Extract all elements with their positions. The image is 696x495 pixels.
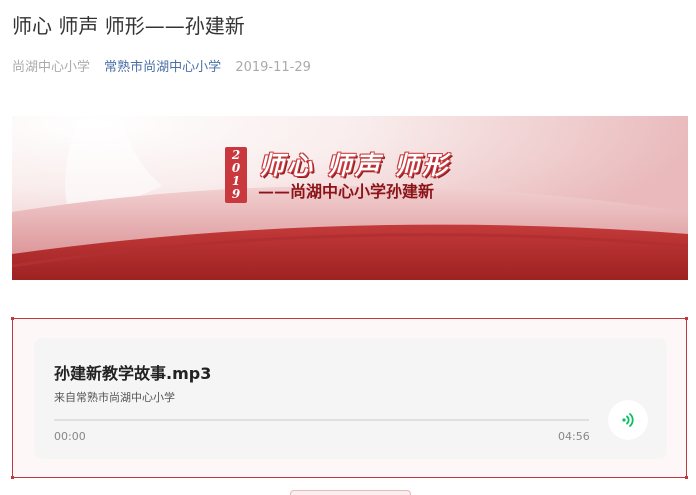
article-title: 师心 师声 师形——孙建新 [12, 14, 245, 38]
corner-marker [685, 476, 688, 479]
current-time: 00:00 [54, 430, 86, 443]
audio-player-card[interactable]: 孙建新教学故事.mp3 来自常熟市尚湖中心小学 00:00 04:56 [34, 338, 667, 459]
year-digit: 9 [231, 187, 241, 201]
play-button[interactable] [608, 400, 648, 440]
corner-marker [11, 476, 14, 479]
duration: 04:56 [558, 430, 590, 443]
header-banner-image: 2 0 1 9 师心 师声 师形 ——尚湖中心小学孙建新 [12, 116, 688, 280]
sound-wave-icon [622, 413, 634, 427]
article-meta: 尚湖中心小学 常熟市尚湖中心小学 2019-11-29 [12, 56, 311, 75]
audio-source: 来自常熟市尚湖中心小学 [54, 391, 175, 404]
banner-subtitle: ——尚湖中心小学孙建新 [258, 182, 435, 201]
audio-section: 孙建新教学故事.mp3 来自常熟市尚湖中心小学 00:00 04:56 [11, 317, 688, 479]
year-badge: 2 0 1 9 [225, 147, 247, 203]
banner-title: 师心 师声 师形 [259, 151, 451, 180]
account-name-link[interactable]: 常熟市尚湖中心小学 [104, 60, 221, 75]
audio-title: 孙建新教学故事.mp3 [54, 364, 212, 383]
corner-marker [11, 317, 14, 320]
article-author: 尚湖中心小学 [12, 60, 91, 75]
publish-date: 2019-11-29 [235, 60, 311, 75]
next-section-peek [290, 490, 411, 495]
corner-marker [685, 317, 688, 320]
audio-progress-bar[interactable] [54, 419, 589, 421]
